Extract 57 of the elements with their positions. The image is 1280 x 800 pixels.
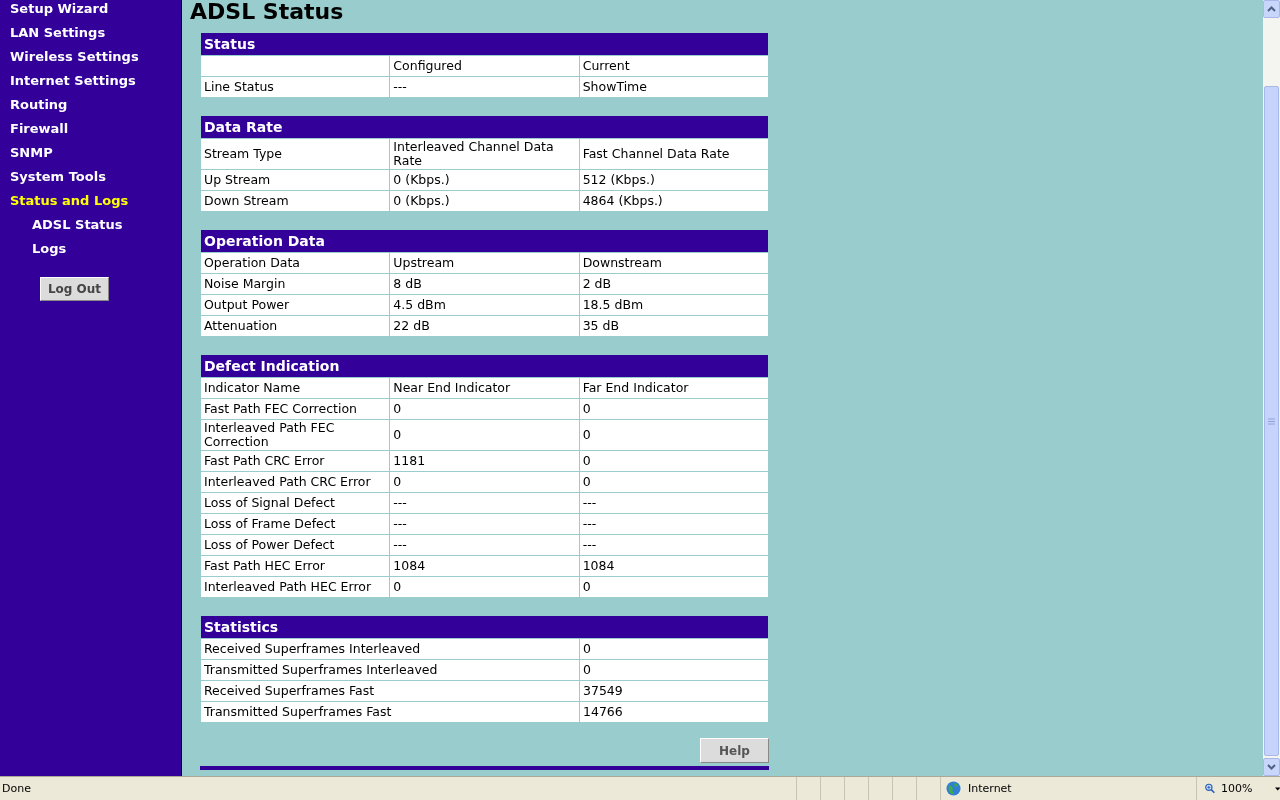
nav-link[interactable]: System Tools: [10, 169, 106, 185]
table-cell: Line Status: [200, 76, 390, 98]
table-cell: Received Superframes Interleaved: [200, 638, 580, 660]
nav-link[interactable]: Wireless Settings: [10, 49, 139, 65]
nav-link[interactable]: Firewall: [10, 121, 69, 137]
nav-link[interactable]: Status and Logs: [10, 193, 129, 209]
table-cell: Interleaved Path HEC Error: [200, 576, 390, 598]
scroll-up-button[interactable]: [1263, 0, 1280, 18]
table-cell: Up Stream: [200, 169, 390, 191]
table-cell: Noise Margin: [200, 273, 390, 295]
nav-link[interactable]: LAN Settings: [10, 25, 106, 41]
section-header: Status: [200, 32, 769, 56]
column-header: Stream Type: [200, 138, 390, 170]
table-cell: Fast Path CRC Error: [200, 450, 390, 472]
nav-link[interactable]: SNMP: [10, 145, 53, 161]
help-button[interactable]: Help: [700, 738, 769, 763]
nav-sublink[interactable]: ADSL Status: [32, 217, 123, 233]
table-cell: Interleaved Path FEC Correction: [200, 419, 390, 451]
zoom-icon: [1205, 782, 1216, 795]
table-cell: Loss of Frame Defect: [200, 513, 390, 535]
table-cell: Received Superframes Fast: [200, 680, 580, 702]
zoom-level[interactable]: 100%: [1219, 782, 1253, 795]
table-cell: Transmitted Superframes Interleaved: [200, 659, 580, 681]
nav-sublink[interactable]: Logs: [32, 241, 67, 257]
caret-icon[interactable]: [1274, 786, 1280, 791]
table-cell: Output Power: [200, 294, 390, 316]
table-cell: Fast Path HEC Error: [200, 555, 390, 577]
status-text: Done: [1, 782, 31, 795]
chevron-down-icon: [1267, 764, 1276, 770]
section-header: Statistics: [200, 615, 769, 639]
logout-button[interactable]: Log Out: [40, 277, 109, 301]
table-cell: Fast Path FEC Correction: [200, 398, 390, 420]
column-header: Indicator Name: [200, 377, 390, 399]
globe-icon: [946, 781, 961, 796]
section-header: Defect Indication: [200, 354, 769, 378]
page-title: ADSL Status: [190, 1, 344, 23]
chevron-up-icon: [1267, 6, 1276, 12]
grip-icon: [1268, 417, 1275, 425]
table-cell: Attenuation: [200, 315, 390, 337]
column-header: Fast Channel Data Rate: [579, 138, 769, 170]
section-header: Data Rate: [200, 115, 769, 139]
table-cell: Loss of Power Defect: [200, 534, 390, 556]
section-header: Operation Data: [200, 229, 769, 253]
column-header: Operation Data: [200, 252, 390, 274]
scroll-down-button[interactable]: [1263, 758, 1280, 776]
zone-label: Internet: [967, 782, 1012, 795]
table-cell: Down Stream: [200, 190, 390, 212]
table-cell: Loss of Signal Defect: [200, 492, 390, 514]
table-cell: Transmitted Superframes Fast: [200, 701, 580, 723]
column-header: Interleaved Channel Data Rate: [389, 138, 580, 170]
table-cell: 0: [389, 419, 580, 451]
nav-link[interactable]: Routing: [10, 97, 68, 113]
table-cell: Interleaved Path CRC Error: [200, 471, 390, 493]
nav-link[interactable]: Internet Settings: [10, 73, 136, 89]
nav-link[interactable]: Setup Wizard: [10, 1, 109, 17]
scrollbar-thumb[interactable]: [1264, 86, 1279, 756]
table-cell: 0: [579, 419, 769, 451]
